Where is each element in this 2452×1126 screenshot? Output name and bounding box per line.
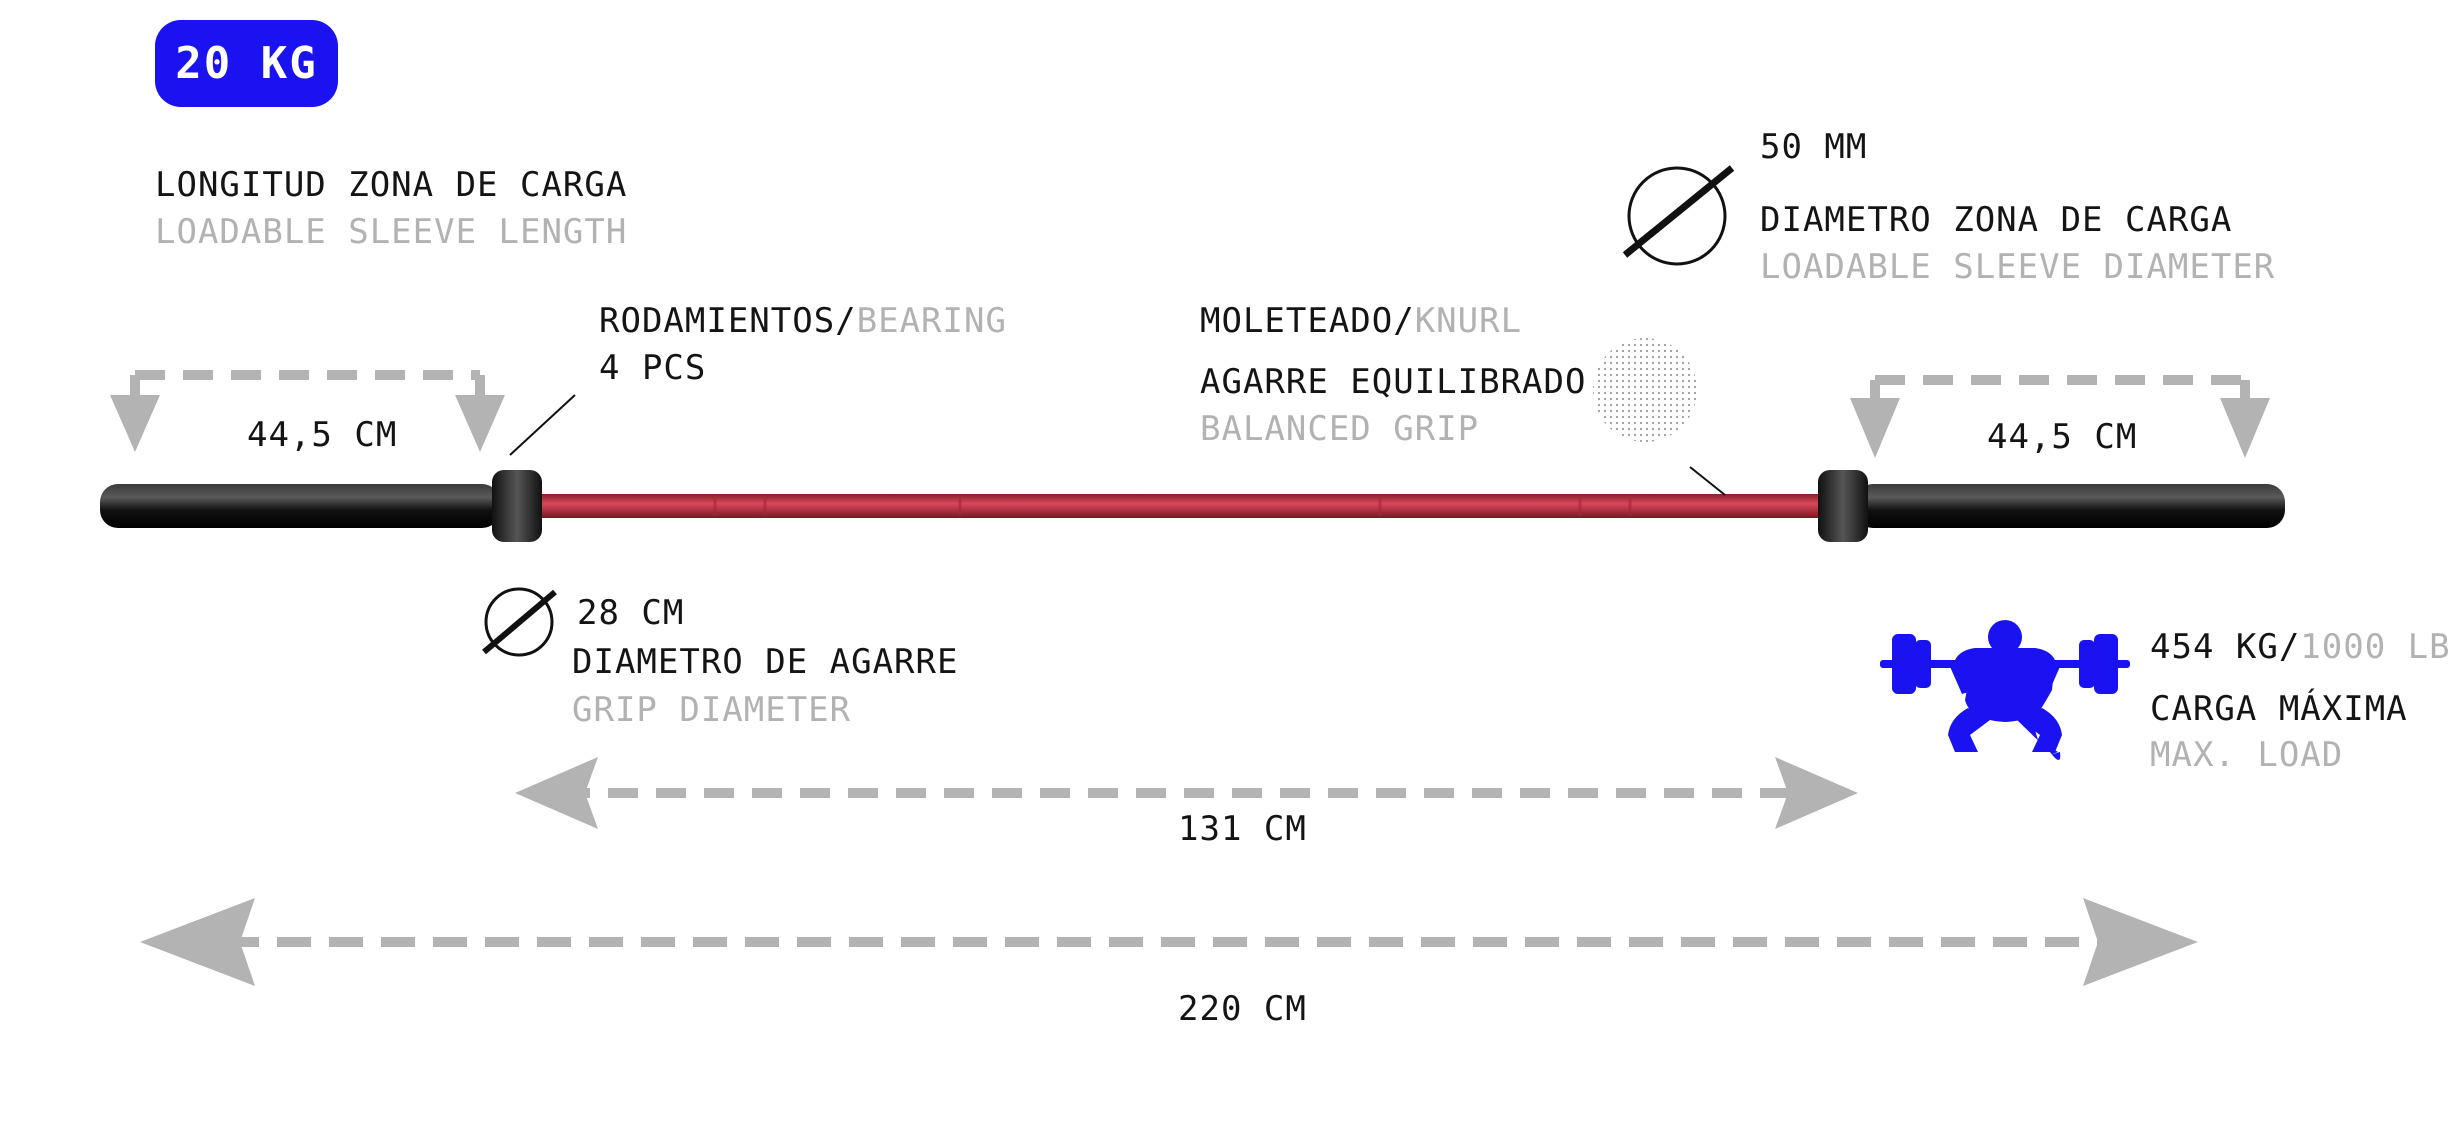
sleeve-length-label-es: LONGITUD ZONA DE CARGA: [155, 165, 628, 205]
barbell-sleeve-left: [100, 484, 500, 528]
sleeve-length-label-en: LOADABLE SLEEVE LENGTH: [155, 212, 628, 252]
max-load-lb: 1000 LB: [2300, 627, 2451, 667]
sleeve-length-value-right: 44,5 CM: [1987, 417, 2138, 457]
knurl-texture-icon: [1593, 338, 1697, 442]
barbell-collar-left: [492, 470, 542, 542]
diameter-icon: [1622, 165, 1735, 266]
bearing-label-en: BEARING: [856, 301, 1007, 341]
weight-badge: 20 KG: [155, 20, 338, 107]
sleeve-diameter-label-es: DIAMETRO ZONA DE CARGA: [1760, 200, 2233, 240]
sleeve-diameter-value: 50 MM: [1760, 127, 1868, 167]
grip-diameter-label-es: DIAMETRO DE AGARRE: [572, 642, 959, 682]
max-load-kg: 454 KG/: [2150, 627, 2301, 667]
bearing-value: 4 PCS: [599, 348, 707, 388]
bearing-leader-line: [509, 394, 576, 456]
grip-diameter-value: 28 CM: [577, 593, 685, 633]
barbell: [100, 470, 2285, 542]
sleeve-length-value-left: 44,5 CM: [247, 415, 398, 455]
balanced-grip-label-en: BALANCED GRIP: [1200, 409, 1480, 449]
barbell-collar-right: [1818, 470, 1868, 542]
barbell-sleeve-right: [1855, 484, 2285, 528]
sleeve-length-arrow-left: [130, 370, 485, 420]
max-load-label-es: CARGA MÁXIMA: [2150, 689, 2408, 729]
knurl-label-en: KNURL: [1414, 301, 1523, 341]
bearing-label: RODAMIENTOS/BEARING: [599, 304, 1007, 338]
total-length-value: 220 CM: [1178, 989, 1307, 1029]
balanced-grip-label-es: AGARRE EQUILIBRADO: [1200, 362, 1587, 402]
grip-diameter-icon: [482, 587, 557, 657]
grip-diameter-label-en: GRIP DIAMETER: [572, 690, 852, 730]
grip-length-value: 131 CM: [1178, 809, 1307, 849]
squat-lifter-icon: [1880, 620, 2130, 760]
max-load-value: 454 KG/1000 LB: [2150, 630, 2451, 664]
knurl-leader-line: [1689, 466, 1726, 496]
max-load-label-en: MAX. LOAD: [2150, 735, 2344, 775]
bearing-label-es: RODAMIENTOS/: [599, 301, 857, 341]
sleeve-diameter-label-en: LOADABLE SLEEVE DIAMETER: [1760, 247, 2276, 287]
knurl-label: MOLETEADO/KNURL: [1200, 304, 1522, 338]
knurl-label-es: MOLETEADO/: [1200, 301, 1415, 341]
total-length-arrow: [140, 898, 2198, 986]
